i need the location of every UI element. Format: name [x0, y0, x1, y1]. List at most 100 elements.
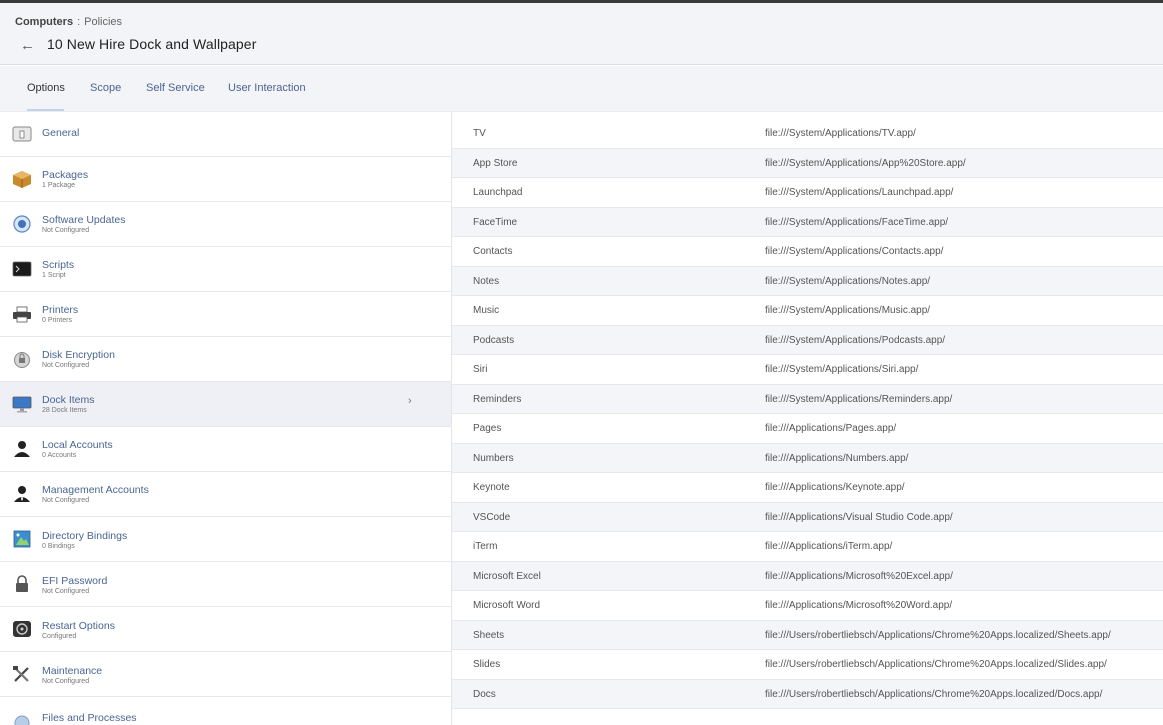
tab-user-interaction[interactable]: User Interaction — [228, 82, 306, 94]
dock-item-row[interactable]: Podcasts file:///System/Applications/Podc… — [452, 325, 1163, 355]
sidebar-item-label: Directory Bindings — [42, 530, 128, 542]
sidebar-item-packages[interactable]: Packages 1 Package — [0, 157, 451, 202]
dock-item-row[interactable]: iTerm file:///Applications/iTerm.app/ — [452, 532, 1163, 562]
sidebar-item-restart-options[interactable]: Restart Options Configured — [0, 607, 451, 652]
dock-item-row[interactable]: Contacts file:///System/Applications/Cont… — [452, 237, 1163, 267]
dock-item-path: file:///System/Applications/Podcasts.app… — [765, 334, 946, 346]
dock-item-row[interactable]: Microsoft Excel file:///Applications/Micr… — [452, 561, 1163, 591]
dock-item-row[interactable]: Reminders file:///System/Applications/Rem… — [452, 384, 1163, 414]
dock-item-row[interactable]: Sheets file:///Users/robertliebsch/Applic… — [452, 620, 1163, 650]
dock-item-path: file:///System/Applications/Siri.app/ — [765, 364, 919, 375]
disk-encryption-icon — [14, 352, 30, 368]
sidebar-item-printers[interactable]: Printers 0 Printers — [0, 292, 451, 337]
dock-item-name: Notes — [473, 275, 500, 287]
sidebar-item-sublabel: 1 Package — [42, 182, 76, 189]
page-header: Computers: Policies ← 10 New Hire Dock an… — [0, 3, 1163, 65]
dock-item-row[interactable]: Microsoft Word file:///Applications/Micro… — [452, 591, 1163, 621]
software-update-icon — [13, 215, 31, 233]
dock-item-path: file:///Applications/Keynote.app/ — [765, 482, 905, 493]
sidebar-item-files-and-processes[interactable]: Files and Processes — [0, 697, 451, 725]
sidebar-item-label: Printers — [42, 304, 79, 316]
sidebar-item-label: Management Accounts — [42, 484, 149, 496]
tab-scope[interactable]: Scope — [90, 82, 121, 94]
dock-item-path: file:///System/Applications/App%20Store.… — [765, 157, 966, 169]
breadcrumb-policies[interactable]: Policies — [84, 16, 122, 28]
dock-item-row[interactable]: Music file:///System/Applications/Music.a… — [452, 296, 1163, 326]
dock-item-name: App Store — [473, 157, 518, 169]
dock-item-name: Launchpad — [473, 187, 523, 198]
monitor-icon — [12, 396, 32, 413]
dock-item-row[interactable]: Slides file:///Users/robertliebsch/Applic… — [452, 650, 1163, 680]
dock-item-name: Microsoft Excel — [473, 570, 541, 582]
sidebar-item-label: Restart Options — [42, 620, 115, 632]
dock-item-path: file:///System/Applications/FaceTime.app… — [765, 216, 949, 228]
options-sidebar: General Packages 1 Package Software Upda… — [0, 112, 452, 725]
sidebar-item-sublabel: 0 Printers — [42, 317, 72, 324]
sidebar-item-sublabel: Not Configured — [42, 678, 90, 685]
dock-item-path: file:///System/Applications/Launchpad.ap… — [765, 187, 954, 198]
sidebar-item-management-accounts[interactable]: Management Accounts Not Configured — [0, 472, 451, 517]
dock-item-name: Numbers — [473, 452, 514, 464]
sidebar-item-sublabel: Not Configured — [42, 227, 90, 234]
dock-item-row[interactable]: Docs file:///Users/robertliebsch/Applicat… — [452, 679, 1163, 709]
dock-item-row[interactable]: FaceTime file:///System/Applications/Face… — [452, 207, 1163, 237]
breadcrumb-computers[interactable]: Computers — [15, 16, 73, 28]
dock-item-row[interactable]: Numbers file:///Applications/Numbers.app/ — [452, 443, 1163, 473]
dock-item-path: file:///System/Applications/Notes.app/ — [765, 275, 931, 287]
directory-icon — [13, 530, 31, 548]
package-icon — [13, 171, 31, 188]
breadcrumb-separator: : — [77, 16, 81, 28]
dock-item-row[interactable]: App Store file:///System/Applications/App… — [452, 148, 1163, 178]
dock-item-row[interactable]: Notes file:///System/Applications/Notes.a… — [452, 266, 1163, 296]
dock-item-path: file:///Applications/Pages.app/ — [765, 423, 897, 434]
sidebar-item-sublabel: 0 Accounts — [42, 452, 77, 459]
sidebar-item-sublabel: Not Configured — [42, 362, 90, 369]
dock-item-row[interactable]: Launchpad file:///System/Applications/Lau… — [452, 178, 1163, 208]
sidebar-item-label: Maintenance — [42, 665, 103, 677]
dock-item-name: Pages — [473, 423, 502, 434]
tools-icon — [13, 666, 29, 682]
dock-item-name: Slides — [473, 659, 501, 670]
dock-item-name: Contacts — [473, 246, 513, 257]
dock-item-name: Reminders — [473, 393, 522, 405]
dock-item-path: file:///Users/robertliebsch/Applications… — [765, 629, 1111, 641]
dock-item-name: VSCode — [473, 511, 511, 523]
dock-item-name: Docs — [473, 688, 496, 700]
tab-self-service[interactable]: Self Service — [146, 82, 205, 94]
sidebar-item-dock-items[interactable]: Dock Items 28 Dock Items › — [0, 382, 451, 427]
breadcrumb: Computers: Policies — [15, 16, 122, 28]
terminal-icon — [12, 261, 32, 277]
sidebar-item-sublabel: 1 Script — [42, 272, 66, 279]
sidebar-item-maintenance[interactable]: Maintenance Not Configured — [0, 652, 451, 697]
sidebar-item-efi-password[interactable]: EFI Password Not Configured — [0, 562, 451, 607]
dock-item-path: file:///Users/robertliebsch/Applications… — [765, 688, 1103, 700]
sidebar-item-label: General — [42, 127, 80, 139]
restart-icon — [13, 621, 31, 637]
sidebar-item-local-accounts[interactable]: Local Accounts 0 Accounts — [0, 427, 451, 472]
sidebar-item-sublabel: 28 Dock Items — [42, 407, 87, 414]
sidebar-item-general[interactable]: General — [0, 112, 451, 157]
sidebar-item-scripts[interactable]: Scripts 1 Script — [0, 247, 451, 292]
manager-user-icon — [14, 486, 30, 502]
sidebar-item-label: EFI Password — [42, 575, 108, 587]
dock-item-name: TV — [473, 128, 486, 139]
printer-icon — [13, 306, 31, 323]
sidebar-item-sublabel: Configured — [42, 633, 77, 640]
dock-item-path: file:///System/Applications/Music.app/ — [765, 305, 931, 316]
dock-item-row[interactable]: VSCode file:///Applications/Visual Studio… — [452, 502, 1163, 532]
dock-item-row[interactable]: Pages file:///Applications/Pages.app/ — [452, 414, 1163, 444]
sidebar-item-directory-bindings[interactable]: Directory Bindings 0 Bindings — [0, 517, 451, 562]
dock-item-row[interactable]: Keynote file:///Applications/Keynote.app/ — [452, 473, 1163, 503]
tab-options[interactable]: Options — [27, 82, 65, 94]
sidebar-item-software-updates[interactable]: Software Updates Not Configured — [0, 202, 451, 247]
sidebar-item-label: Packages — [42, 169, 89, 181]
back-arrow-icon[interactable]: ← — [20, 37, 35, 54]
dock-item-path: file:///System/Applications/Reminders.ap… — [765, 393, 953, 405]
sidebar-item-sublabel: Not Configured — [42, 588, 90, 595]
sidebar-item-label: Scripts — [42, 259, 75, 271]
dock-item-path: file:///System/Applications/Contacts.app… — [765, 246, 944, 257]
dock-item-row[interactable]: TV file:///System/Applications/TV.app/ — [452, 119, 1163, 149]
dock-item-path: file:///Applications/Microsoft%20Excel.a… — [765, 570, 953, 582]
sidebar-item-disk-encryption[interactable]: Disk Encryption Not Configured — [0, 337, 451, 382]
dock-item-row[interactable]: Siri file:///System/Applications/Siri.app… — [452, 355, 1163, 385]
